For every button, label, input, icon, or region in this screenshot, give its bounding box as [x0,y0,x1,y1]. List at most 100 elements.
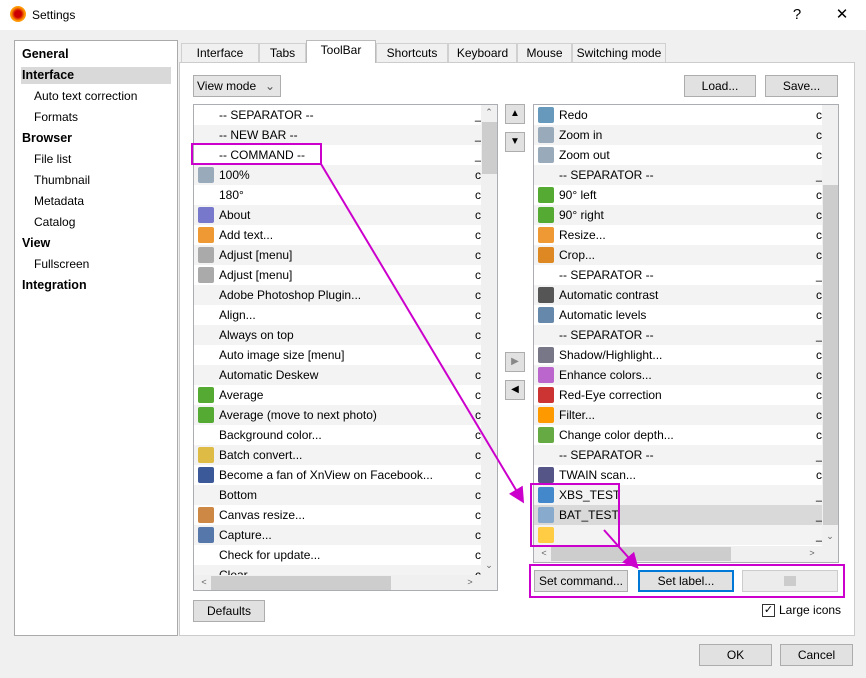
list-item[interactable]: -- SEPARATOR -- _ [534,445,823,465]
sidebar-item-general[interactable]: General [21,46,171,63]
vertical-scrollbar[interactable]: ⌄ [822,105,838,546]
list-item[interactable]: BAT_TEST _ [534,505,823,525]
large-icons-checkbox[interactable]: ✓ [762,604,775,617]
list-item[interactable]: Batch convert... c [194,445,481,465]
list-item[interactable]: Align... c [194,305,481,325]
list-item[interactable]: Canvas resize... c [194,505,481,525]
list-item[interactable]: Add text... c [194,225,481,245]
list-item[interactable]: Redo c [534,105,822,125]
help-button[interactable]: ? [782,4,812,26]
list-item[interactable]: Resize... c [534,225,822,245]
list-item[interactable]: -- SEPARATOR -- _ [534,265,823,285]
list-item[interactable]: Change color depth... c [534,425,822,445]
list-item[interactable]: Enhance colors... c [534,365,822,385]
list-item-label: Adobe Photoshop Plugin... [219,288,362,302]
sidebar-item-thumbnail[interactable]: Thumbnail [27,172,167,189]
list-item[interactable]: 90° left c [534,185,822,205]
tab-keyboard[interactable]: Keyboard [448,43,517,63]
ok-button[interactable]: OK [699,644,772,666]
list-item-label: Automatic levels [559,308,647,322]
sidebar-item-interface[interactable]: Interface [21,67,171,84]
tab-tabs[interactable]: Tabs [259,43,306,63]
sidebar-item-view[interactable]: View [21,235,171,252]
sidebar-item-auto-text-correction[interactable]: Auto text correction [27,88,167,105]
list-item[interactable]: -- NEW BAR -- _ [194,125,482,145]
list-item[interactable]: Auto image size [menu] c [194,345,481,365]
set-command-button[interactable]: Set command... [534,570,628,592]
list-item[interactable]: Crop... c [534,245,822,265]
list-item-label: -- COMMAND -- [219,148,305,162]
toolbar-commands-list[interactable]: _ BAT_TEST _ XBS_TEST _ TWAIN scan... c -- SEPA… [533,104,839,563]
list-item[interactable]: -- SEPARATOR -- _ [534,165,823,185]
list-item[interactable]: Automatic Deskew c [194,365,481,385]
list-item-label: Resize... [559,228,606,242]
list-item[interactable]: XBS_TEST _ [534,485,823,505]
list-item[interactable]: Zoom out c [534,145,822,165]
vertical-scrollbar[interactable]: ⌃ ⌄ [481,105,497,575]
set-icon-button[interactable] [742,570,838,592]
list-item[interactable]: About c [194,205,481,225]
tab-switching-mode[interactable]: Switching mode [572,43,666,63]
move-down-button[interactable]: ▼ [505,132,525,152]
list-item-label: Automatic Deskew [219,368,319,382]
sidebar-item-integration[interactable]: Integration [21,277,171,294]
horizontal-scrollbar[interactable]: < > [194,575,497,590]
list-item[interactable]: Zoom in c [534,125,822,145]
remove-from-toolbar-button[interactable]: ◀ [505,380,525,400]
list-item[interactable]: Automatic levels c [534,305,822,325]
move-up-button[interactable]: ▲ [505,104,525,124]
list-item[interactable]: Red-Eye correction c [534,385,822,405]
save-button[interactable]: Save... [765,75,838,97]
list-item-label: Canvas resize... [219,508,306,522]
sidebar-item-browser[interactable]: Browser [21,130,171,147]
list-item[interactable]: Bottom c [194,485,481,505]
list-item[interactable]: Capture... c [194,525,481,545]
list-item[interactable]: -- SEPARATOR -- _ [534,325,823,345]
list-item-label: Add text... [219,228,274,242]
list-item[interactable]: Filter... c [534,405,822,425]
list-item[interactable]: 180° c [194,185,481,205]
sidebar-item-metadata[interactable]: Metadata [27,193,167,210]
add-to-toolbar-button[interactable]: ▶ [505,352,525,372]
bat-icon [538,507,554,523]
cancel-button[interactable]: Cancel [780,644,853,666]
list-item[interactable]: _ [534,525,823,545]
tab-interface[interactable]: Interface [181,43,259,63]
sidebar-item-file-list[interactable]: File list [27,151,167,168]
list-item[interactable]: Shadow/Highlight... c [534,345,822,365]
list-item[interactable]: Background color... c [194,425,481,445]
list-item[interactable]: -- COMMAND -- _ [194,145,482,165]
list-item[interactable]: 100% c [194,165,481,185]
list-item[interactable]: TWAIN scan... c [534,465,822,485]
list-item[interactable]: Check for update... c [194,545,481,565]
canvas-icon [198,507,214,523]
sidebar-item-catalog[interactable]: Catalog [27,214,167,231]
list-item-label: Enhance colors... [559,368,652,382]
mode-select[interactable]: View mode ⌄ [193,75,281,97]
available-commands-list[interactable]: ClearcCheck for update...cCapture...cCan… [193,104,498,591]
tab-mouse[interactable]: Mouse [517,43,572,63]
list-item[interactable]: Average (move to next photo) c [194,405,481,425]
list-item[interactable]: Automatic contrast c [534,285,822,305]
app-icon [10,6,26,22]
load-button[interactable]: Load... [684,75,756,97]
list-item[interactable]: Adjust [menu] c [194,265,481,285]
horizontal-scrollbar[interactable]: < > [534,546,838,562]
defaults-button[interactable]: Defaults [193,600,265,622]
list-item[interactable]: -- SEPARATOR -- _ [194,105,482,125]
set-label-button[interactable]: Set label... [638,570,734,592]
list-item[interactable]: Always on top c [194,325,481,345]
list-item[interactable]: Adobe Photoshop Plugin... c [194,285,481,305]
star-icon [198,387,214,403]
list-item[interactable]: Adjust [menu] c [194,245,481,265]
tab-shortcuts[interactable]: Shortcuts [376,43,448,63]
sidebar-item-fullscreen[interactable]: Fullscreen [27,256,167,273]
help-icon [198,207,214,223]
list-item[interactable]: Average c [194,385,481,405]
list-item-label: Redo [559,108,588,122]
close-button[interactable]: ✕ [827,4,857,26]
list-item[interactable]: Become a fan of XnView on Facebook... c [194,465,481,485]
list-item[interactable]: 90° right c [534,205,822,225]
tab-toolbar[interactable]: ToolBar [306,40,376,63]
sidebar-item-formats[interactable]: Formats [27,109,167,126]
